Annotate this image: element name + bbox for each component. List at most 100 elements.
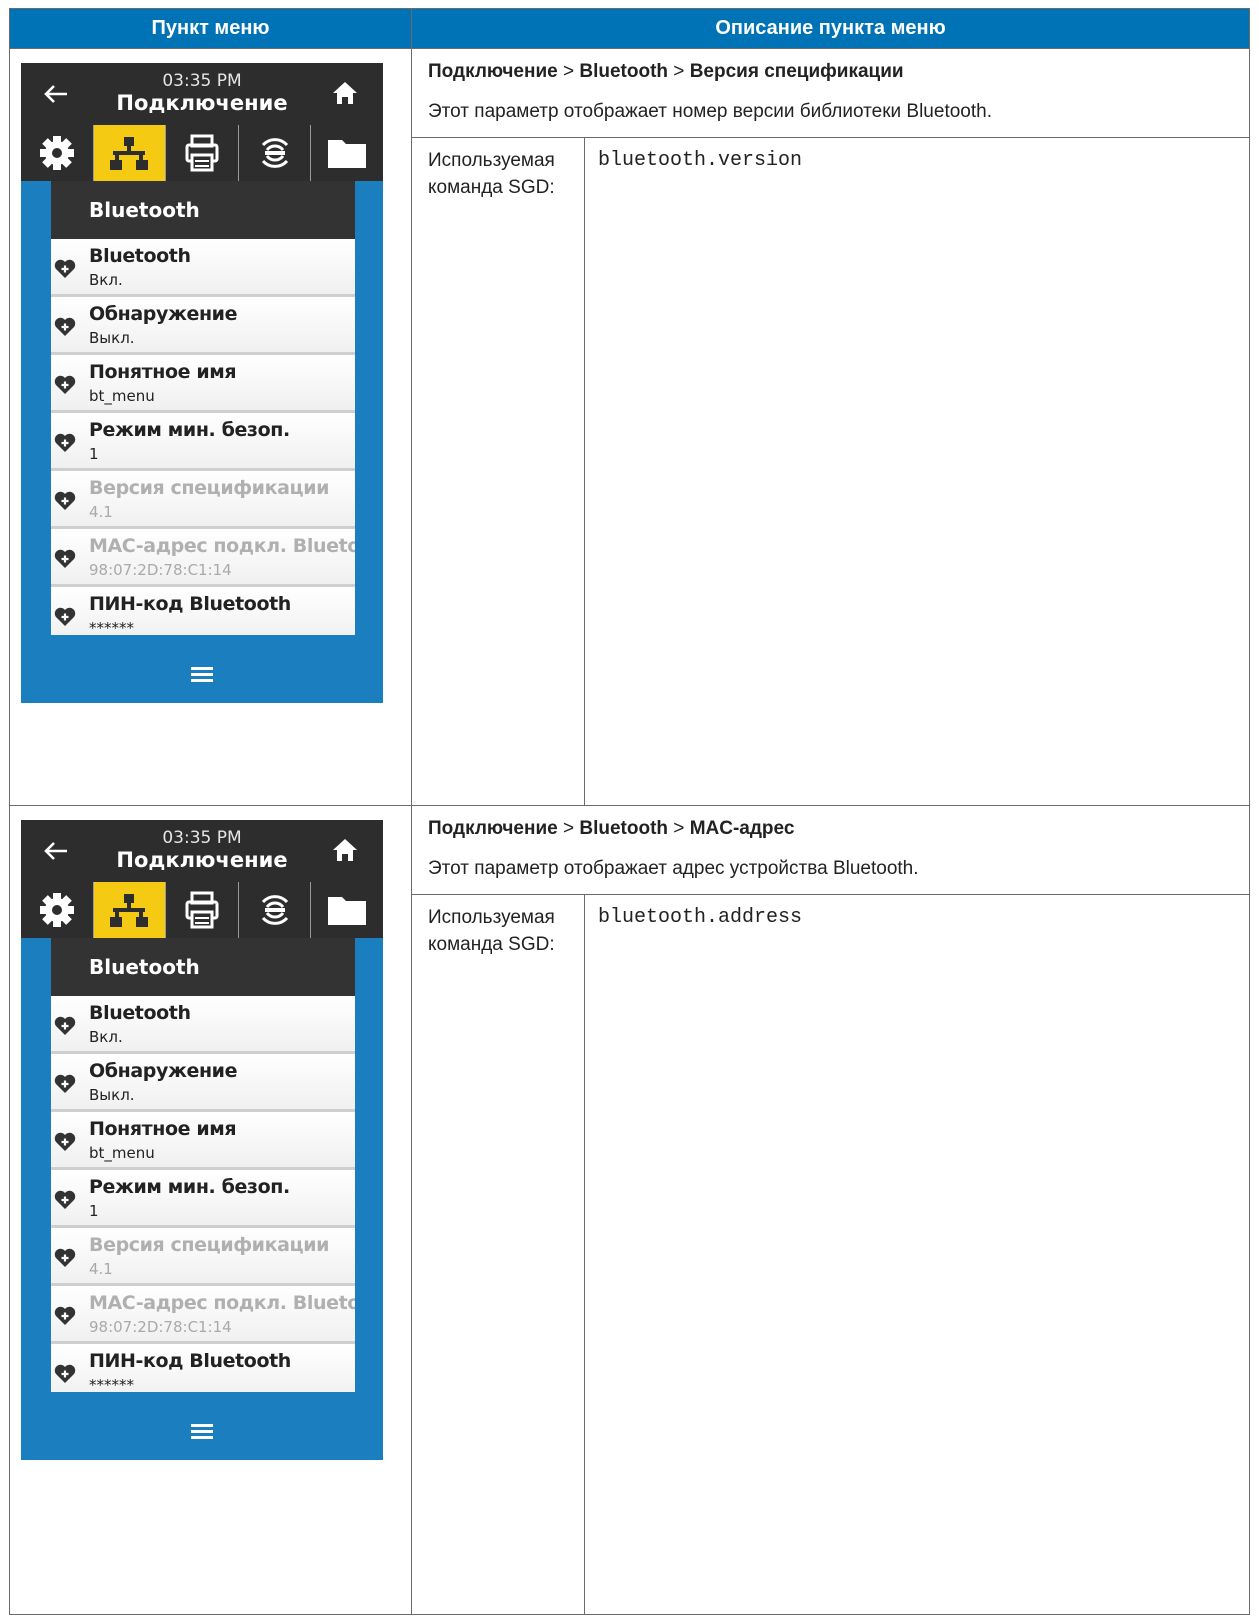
list-item-mac-address[interactable]: MAC-адрес подкл. Bluetooth 98:07:2D:78:C… (51, 1286, 355, 1344)
item-title: MAC-адрес подкл. Bluetooth (89, 535, 355, 557)
gear-icon (39, 893, 74, 927)
printer-screen: 03:35 PM Подключение Bluetooth Bluetooth… (21, 63, 383, 703)
item-value: Выкл. (89, 329, 135, 347)
item-title: Обнаружение (89, 1060, 238, 1082)
menu-path: Подключение > Bluetooth > MAC-адрес (428, 818, 795, 839)
heart-plus-icon[interactable] (54, 1248, 76, 1268)
list-item-friendly-name[interactable]: Понятное имя bt_menu (51, 355, 355, 413)
list-item-min-security[interactable]: Режим мин. безоп. 1 (51, 1170, 355, 1228)
menu-description-cell: Подключение > Bluetooth > MAC-адрес Этот… (411, 805, 1250, 1615)
divider-vertical (584, 137, 585, 805)
description: Этот параметр отображает адрес устройств… (428, 858, 919, 879)
menu-item-cell: 03:35 PM Подключение Bluetooth Bluetooth… (9, 48, 412, 806)
panel-title: Bluetooth (51, 938, 355, 996)
item-value: bt_menu (89, 387, 155, 405)
header-menu-description: Описание пункта меню (411, 8, 1250, 49)
menu-item-cell: 03:35 PM Подключение Bluetooth Bluetooth… (9, 805, 412, 1615)
heart-plus-icon[interactable] (54, 433, 76, 453)
heart-plus-icon[interactable] (54, 1364, 76, 1384)
heart-plus-icon[interactable] (54, 607, 76, 627)
item-value: 1 (89, 445, 99, 463)
item-title: Bluetooth (89, 245, 191, 267)
item-title: Версия спецификации (89, 1234, 330, 1256)
home-icon[interactable] (331, 836, 359, 864)
list-item-pin[interactable]: ПИН-код Bluetooth ****** (51, 587, 355, 635)
screen-title: Подключение (116, 91, 288, 115)
item-value: Вкл. (89, 1028, 123, 1046)
list-item-discovery[interactable]: Обнаружение Выкл. (51, 297, 355, 355)
heart-plus-icon[interactable] (54, 1132, 76, 1152)
tab-settings[interactable] (21, 882, 94, 938)
item-value: 4.1 (89, 503, 113, 521)
printer-icon (185, 134, 219, 172)
screen-title: Подключение (116, 848, 288, 872)
heart-plus-icon[interactable] (54, 317, 76, 337)
heart-plus-icon[interactable] (54, 1074, 76, 1094)
tab-connection[interactable] (93, 882, 167, 938)
item-title: Версия спецификации (89, 477, 330, 499)
home-icon[interactable] (331, 79, 359, 107)
tab-print[interactable] (166, 125, 239, 181)
heart-plus-icon[interactable] (54, 1190, 76, 1210)
heart-plus-icon[interactable] (54, 1016, 76, 1036)
list-item-discovery[interactable]: Обнаружение Выкл. (51, 1054, 355, 1112)
list-item-mac-address[interactable]: MAC-адрес подкл. Bluetooth 98:07:2D:78:C… (51, 529, 355, 587)
tab-print[interactable] (166, 882, 239, 938)
tab-bar (21, 882, 383, 938)
item-title: Bluetooth (89, 1002, 191, 1024)
tab-storage[interactable] (311, 125, 383, 181)
divider (412, 894, 1250, 895)
rfid-icon (261, 138, 288, 168)
sgd-command: bluetooth.version (598, 149, 803, 172)
tab-bar (21, 125, 383, 181)
hamburger-menu-icon[interactable] (191, 1423, 213, 1439)
hamburger-menu-icon[interactable] (191, 666, 213, 682)
tab-storage[interactable] (311, 882, 383, 938)
sgd-label: Используемая команда SGD: (428, 907, 555, 955)
item-title: Режим мин. безоп. (89, 1176, 290, 1198)
bluetooth-panel: Bluetooth Bluetooth Вкл. Обнаружение Вык… (51, 938, 355, 1392)
printer-screen: 03:35 PM Подключение Bluetooth Bluetooth… (21, 820, 383, 1460)
tab-rfid[interactable] (239, 125, 312, 181)
top-bar: 03:35 PM Подключение (21, 63, 383, 125)
folder-icon (328, 897, 367, 925)
item-title: Обнаружение (89, 303, 238, 325)
heart-plus-icon[interactable] (54, 1306, 76, 1326)
list-item-friendly-name[interactable]: Понятное имя bt_menu (51, 1112, 355, 1170)
sgd-command: bluetooth.address (598, 906, 803, 929)
network-icon (110, 137, 149, 170)
header-menu-item: Пункт меню (9, 8, 412, 49)
list-item-bluetooth[interactable]: Bluetooth Вкл. (51, 996, 355, 1054)
item-value: 98:07:2D:78:C1:14 (89, 1318, 232, 1336)
clock: 03:35 PM (162, 828, 242, 848)
item-value: 1 (89, 1202, 99, 1220)
item-title: Понятное имя (89, 361, 237, 383)
list-item-spec-version[interactable]: Версия спецификации 4.1 (51, 471, 355, 529)
item-value: Выкл. (89, 1086, 135, 1104)
item-value: ****** (89, 1376, 134, 1392)
item-title: ПИН-код Bluetooth (89, 1350, 291, 1372)
item-value: 4.1 (89, 1260, 113, 1278)
heart-plus-icon[interactable] (54, 491, 76, 511)
heart-plus-icon[interactable] (54, 259, 76, 279)
list-item-bluetooth[interactable]: Bluetooth Вкл. (51, 239, 355, 297)
tab-settings[interactable] (21, 125, 94, 181)
item-title: Понятное имя (89, 1118, 237, 1140)
tab-rfid[interactable] (239, 882, 312, 938)
sgd-label: Используемая команда SGD: (428, 150, 555, 198)
printer-icon (185, 891, 219, 929)
list-item-min-security[interactable]: Режим мин. безоп. 1 (51, 413, 355, 471)
bluetooth-panel: Bluetooth Bluetooth Вкл. Обнаружение Вык… (51, 181, 355, 635)
item-title: ПИН-код Bluetooth (89, 593, 291, 615)
panel-title: Bluetooth (51, 181, 355, 239)
list-item-spec-version[interactable]: Версия спецификации 4.1 (51, 1228, 355, 1286)
heart-plus-icon[interactable] (54, 549, 76, 569)
list-item-pin[interactable]: ПИН-код Bluetooth ****** (51, 1344, 355, 1392)
item-value: 98:07:2D:78:C1:14 (89, 561, 232, 579)
item-value: ****** (89, 619, 134, 635)
tab-connection[interactable] (93, 125, 167, 181)
divider (412, 137, 1250, 138)
menu-path: Подключение > Bluetooth > Версия специфи… (428, 61, 904, 82)
heart-plus-icon[interactable] (54, 375, 76, 395)
item-title: MAC-адрес подкл. Bluetooth (89, 1292, 355, 1314)
